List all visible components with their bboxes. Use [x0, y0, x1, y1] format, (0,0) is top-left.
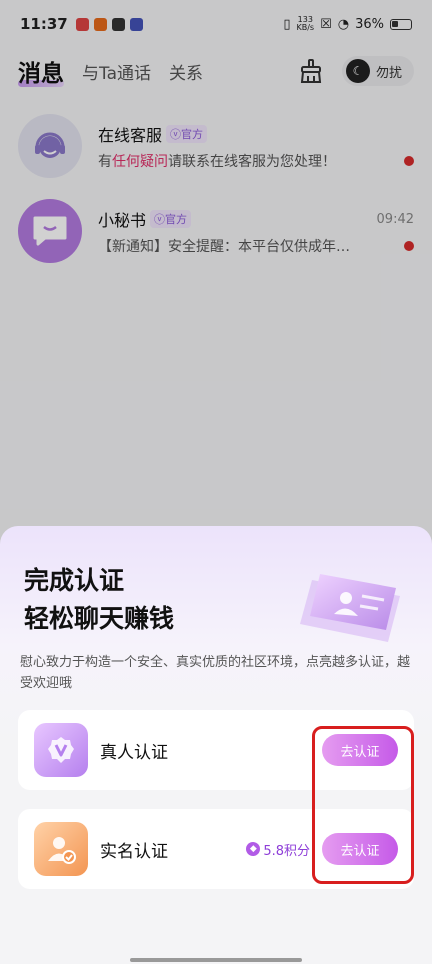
points-reward: ◆ 5.8积分: [246, 840, 310, 859]
v-badge-icon: [34, 723, 88, 777]
cert-label: 真人认证: [100, 742, 168, 763]
id-card-icon: [300, 574, 400, 642]
sheet-title: 完成认证 轻松聊天赚钱: [24, 566, 175, 633]
sheet-description: 慰心致力于构造一个安全、真实优质的社区环境，点亮越多认证，越受欢迎哦: [20, 655, 411, 691]
points-icon: ◆: [246, 842, 261, 856]
home-indicator[interactable]: [130, 958, 302, 962]
highlight-annotation-box: [312, 726, 414, 884]
user-verified-icon: [34, 822, 88, 876]
cert-label: 实名认证: [100, 841, 168, 862]
